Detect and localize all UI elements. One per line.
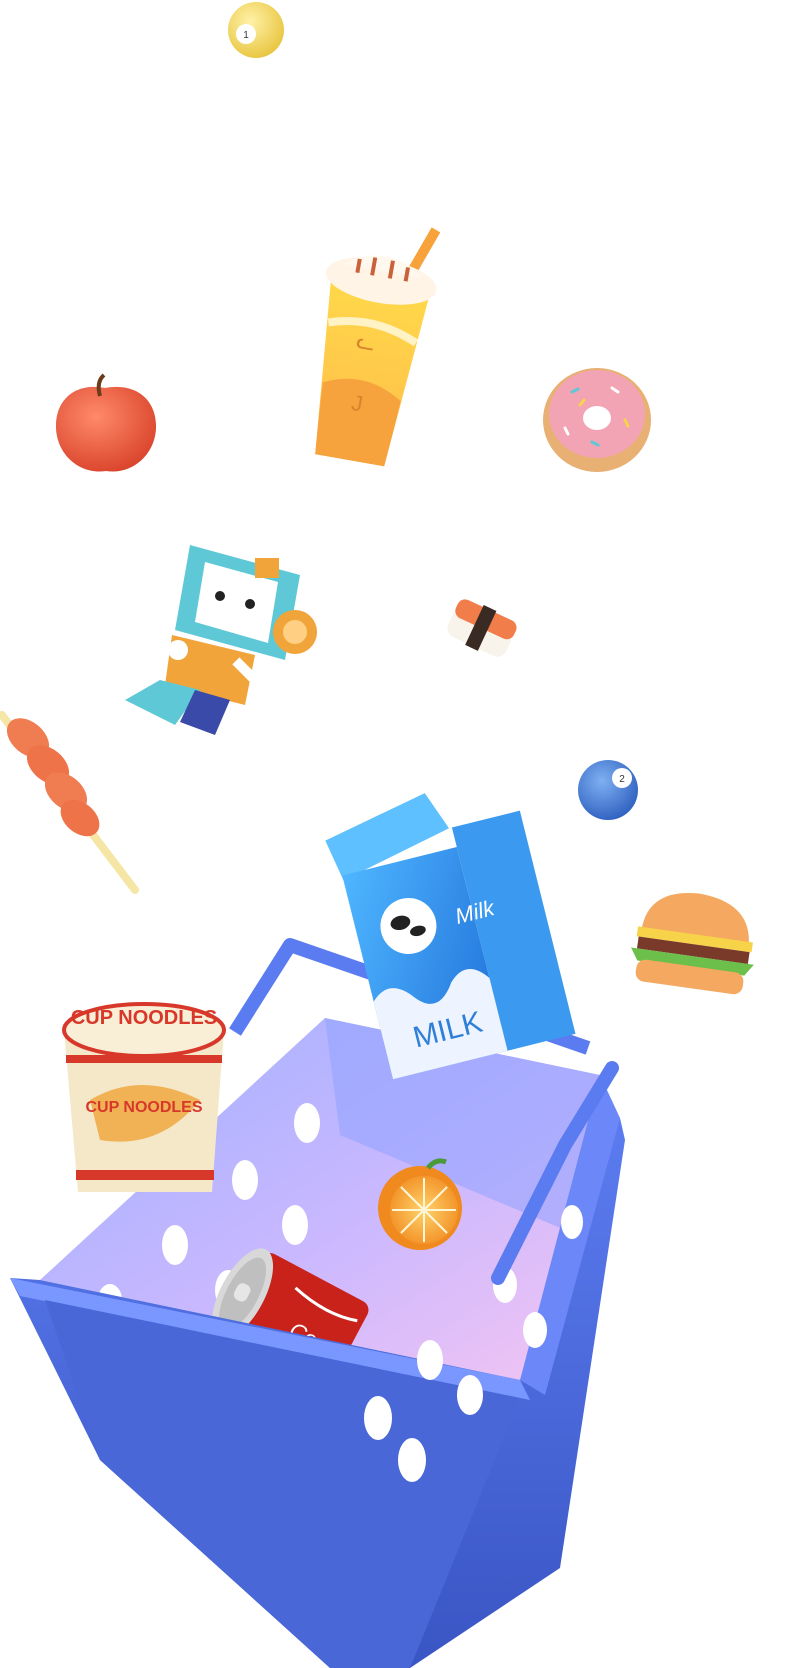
apple (55, 373, 157, 472)
shrimp-skewer (0, 711, 139, 894)
billiard-ball-1: 1 (228, 2, 284, 58)
cup-noodles-side-label: CUP NOODLES (85, 1099, 202, 1116)
cup-noodles: CUP NOODLES CUP NOODLES (62, 1002, 226, 1192)
donut (543, 368, 651, 472)
milkshake-cup: ᓚ J (315, 227, 441, 467)
shopping-scene: 1 ᓚ J 2 CUP NOODLES CUP NOODLES Milk MIL… (0, 2, 754, 1668)
cup-noodles-lid-label: CUP NOODLES (71, 1007, 217, 1029)
burger (631, 892, 754, 995)
billiard-ball-2: 2 (578, 760, 638, 820)
sushi (447, 599, 517, 657)
ball-2-number: 2 (619, 774, 625, 785)
robot-toy (125, 545, 317, 736)
ball-1-number: 1 (243, 30, 249, 41)
